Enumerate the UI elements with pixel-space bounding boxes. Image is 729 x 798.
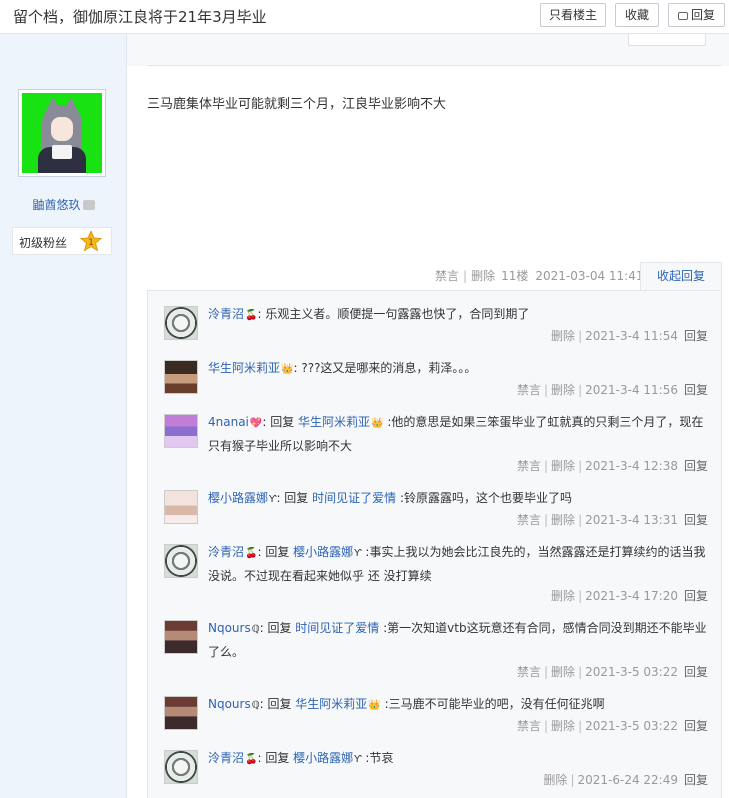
thread-title: 留个档，御伽原江良将于21年3月毕业 [13,8,267,26]
comment-time: 2021-3-4 17:20 [585,589,678,603]
collapse-replies-button[interactable]: 收起回复 [640,262,722,290]
comment-avatar[interactable] [164,360,198,394]
comment-reply-link[interactable]: 回复 [684,383,708,397]
previous-user-column [0,34,127,66]
reply-button[interactable]: 回复 [668,3,725,27]
comment-meta: 删除 | 2021-3-4 17:20 回复 [551,589,708,603]
comment-avatar[interactable] [164,544,198,578]
comment-author[interactable]: 4nanai [208,415,249,429]
reply-to-user[interactable]: 华生阿米莉亚 [298,415,370,429]
ban-link[interactable]: 禁言 [435,267,459,284]
comment-reply-link[interactable]: 回复 [684,589,708,603]
ban-link[interactable]: 禁言 [517,513,541,527]
comment-time: 2021-3-4 11:56 [585,383,678,397]
comment-reply-link[interactable]: 回复 [684,459,708,473]
comment-time: 2021-3-4 11:54 [585,329,678,343]
comment-text: 泠青沼🍒: 回复 樱小路露娜Ƴ :事实上我以为她会比江良先的，当然露露还是打算续… [208,545,706,583]
level-badge-box: 初级粉丝 1 [12,227,112,255]
gift-icon [82,200,95,210]
comment-author[interactable]: 泠青沼 [208,545,244,559]
comment-author[interactable]: 樱小路露娜 [208,491,268,505]
comment-text: 泠青沼🍒: 乐观主义者。顺便提一句露露也快了，合同到期了 [208,307,530,321]
ban-link[interactable]: 禁言 [517,459,541,473]
thread-header: 留个档，御伽原江良将于21年3月毕业 只看楼主 收藏 回复 [0,0,729,34]
comment-avatar[interactable] [164,620,198,654]
comment-time: 2021-3-5 03:22 [585,665,678,679]
delete-link[interactable]: 删除 [551,383,575,397]
comment-meta: 禁言 | 删除 | 2021-3-5 03:22 回复 [516,719,708,733]
reply-icon [677,12,688,20]
comment-avatar[interactable] [164,696,198,730]
favorite-button[interactable]: 收藏 [615,3,659,27]
reply-to-user[interactable]: 华生阿米莉亚 [295,697,367,711]
level-label: 初级粉丝 [19,236,68,250]
reply-button-label: 回复 [690,8,715,22]
reply-to-user[interactable]: 时间见证了爱情 [295,621,379,635]
avatar[interactable] [18,89,106,177]
comment-reply-link[interactable]: 回复 [684,719,708,733]
ban-link[interactable]: 禁言 [517,719,541,733]
floor-number: 11楼 [501,269,529,283]
user-info-column: 鼬酋悠玖 初级粉丝 1 [0,66,127,798]
delete-link[interactable]: 删除 [551,459,575,473]
delete-link[interactable]: 删除 [551,665,575,679]
ban-link[interactable]: 禁言 [517,383,541,397]
previous-reply-tab [628,34,706,46]
avatar-image [22,93,102,173]
post-content: 三马鹿集体毕业可能就剩三个月，江良毕业影响不大 [147,97,447,112]
host-only-button[interactable]: 只看楼主 [540,3,606,27]
comment-avatar[interactable] [164,490,198,524]
comment-text: Nqoursℚ: 回复 时间见证了爱情 :第一次知道vtb这玩意还有合同，感情合… [208,621,707,659]
post-tail: 禁言 | 删除 11楼 2021-03-04 11:41 [435,267,644,284]
comment-avatar[interactable] [164,750,198,784]
comment-reply-link[interactable]: 回复 [684,665,708,679]
comment-reply-link[interactable]: 回复 [684,513,708,527]
comment-time: 2021-3-5 03:22 [585,719,678,733]
comment-author[interactable]: Nqours [208,697,251,711]
comment-meta: 删除 | 2021-6-24 22:49 回复 [543,773,708,787]
comment-author[interactable]: Nqours [208,621,251,635]
post-time: 2021-03-04 11:41 [535,269,644,283]
comment-meta: 删除 | 2021-3-4 11:54 回复 [551,329,708,343]
reply-to-user[interactable]: 时间见证了爱情 [312,491,396,505]
star-level-icon: 1 [80,231,102,251]
delete-link[interactable]: 删除 [551,513,575,527]
username-text: 鼬酋悠玖 [32,198,81,212]
comment-meta: 禁言 | 删除 | 2021-3-4 11:56 回复 [516,383,708,397]
divider [147,65,722,66]
comment-time: 2021-3-4 13:31 [585,513,678,527]
comment-reply-link[interactable]: 回复 [684,329,708,343]
comment-time: 2021-3-4 12:38 [585,459,678,473]
comment-text: 樱小路露娜Ƴ: 回复 时间见证了爱情 :铃原露露吗，这个也要毕业了吗 [208,491,573,505]
level-number: 1 [88,238,94,248]
comment-meta: 禁言 | 删除 | 2021-3-4 13:31 回复 [516,513,708,527]
reply-to-user[interactable]: 樱小路露娜 [293,751,353,765]
delete-link[interactable]: 删除 [471,267,495,284]
comment-text: 泠青沼🍒: 回复 樱小路露娜Ƴ :节哀 [208,751,394,765]
delete-link[interactable]: 删除 [551,329,575,343]
comment-list: 泠青沼🍒: 乐观主义者。顺便提一句露露也快了，合同到期了 删除 | 2021-3-4… [147,290,722,798]
comment-author[interactable]: 泠青沼 [208,307,244,321]
comment-reply-link[interactable]: 回复 [684,773,708,787]
ban-link[interactable]: 禁言 [517,665,541,679]
comment-text: 华生阿米莉亚👑: ???这又是哪来的消息，莉泽。。。 [208,361,477,375]
comment-avatar[interactable] [164,414,198,448]
reply-to-user[interactable]: 樱小路露娜 [293,545,353,559]
comment-text: Nqoursℚ: 回复 华生阿米莉亚👑 :三马鹿不可能毕业的吧，没有任何征兆啊 [208,697,605,711]
previous-post-tail [0,34,729,66]
comment-time: 2021-6-24 22:49 [577,773,678,787]
delete-link[interactable]: 删除 [551,719,575,733]
username[interactable]: 鼬酋悠玖 [0,196,127,213]
delete-link[interactable]: 删除 [551,589,575,603]
delete-link[interactable]: 删除 [543,773,567,787]
comment-meta: 禁言 | 删除 | 2021-3-4 12:38 回复 [516,459,708,473]
comment-author[interactable]: 华生阿米莉亚 [208,361,280,375]
comment-author[interactable]: 泠青沼 [208,751,244,765]
comment-text: 4nanai💖: 回复 华生阿米莉亚👑 :他的意思是如果三笨蛋毕业了虹就真的只剩… [208,415,704,453]
comment-meta: 禁言 | 删除 | 2021-3-5 03:22 回复 [516,665,708,679]
comment-avatar[interactable] [164,306,198,340]
